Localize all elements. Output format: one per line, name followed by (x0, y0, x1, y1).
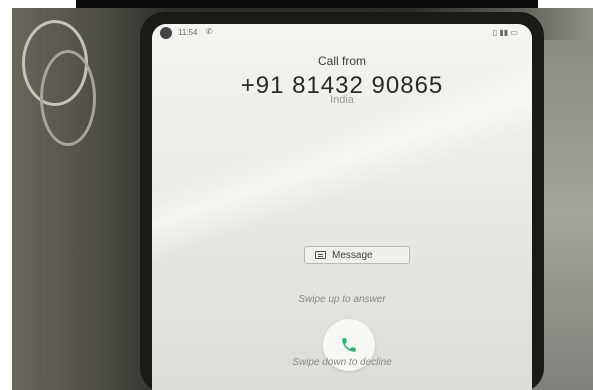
signal-wifi-battery-icons: ▯ ▮▮ ▭ (492, 28, 518, 37)
photo-scene: 11:54 ✆ ▯ ▮▮ ▭ Call from +91 81432 90865… (0, 0, 593, 390)
swipe-up-hint: Swipe up to answer (298, 294, 386, 305)
left-border (0, 0, 12, 390)
phone-screen: 11:54 ✆ ▯ ▮▮ ▭ Call from +91 81432 90865… (152, 24, 532, 390)
message-icon (315, 251, 326, 259)
status-time: 11:54 (178, 28, 198, 37)
top-black-bar (76, 0, 538, 8)
status-bar: 11:54 ✆ ▯ ▮▮ ▭ (178, 27, 518, 40)
phone-call-icon: ✆ (206, 27, 213, 36)
call-from-label: Call from (317, 54, 366, 68)
swipe-down-hint: Swipe down to decline (292, 357, 392, 368)
cable (40, 50, 96, 146)
camera-punch-hole (160, 27, 172, 39)
message-button[interactable]: Message (304, 246, 410, 264)
phone-answer-icon (342, 338, 356, 352)
message-label: Message (332, 249, 373, 261)
